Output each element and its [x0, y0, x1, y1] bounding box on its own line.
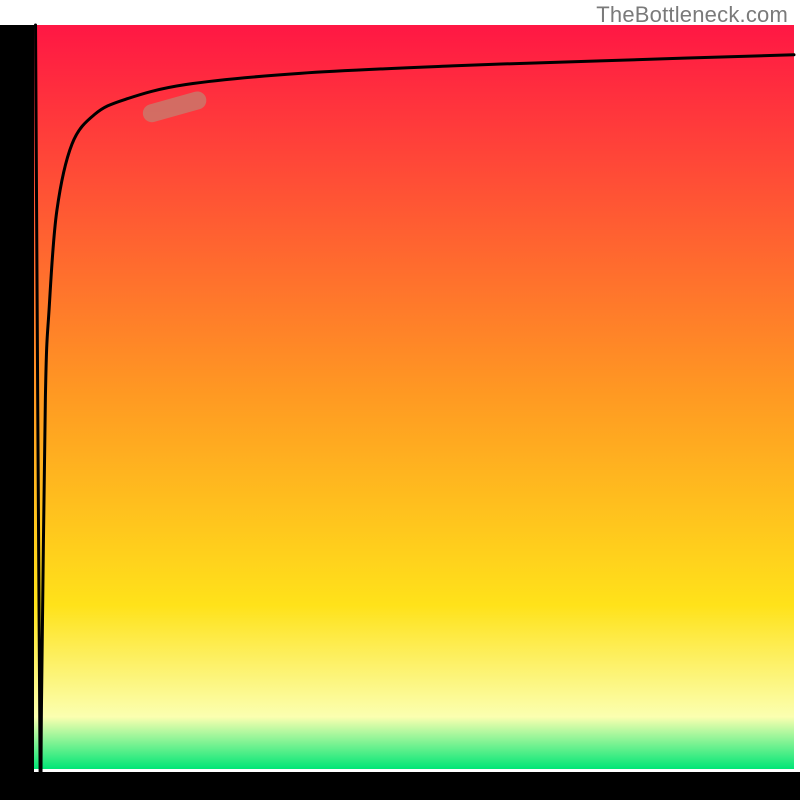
- y-axis-bar: [0, 25, 34, 800]
- chart-svg: [0, 0, 800, 800]
- x-axis-bar: [0, 772, 800, 800]
- chart-stage: TheBottleneck.com: [0, 0, 800, 800]
- plot-background: [34, 25, 794, 769]
